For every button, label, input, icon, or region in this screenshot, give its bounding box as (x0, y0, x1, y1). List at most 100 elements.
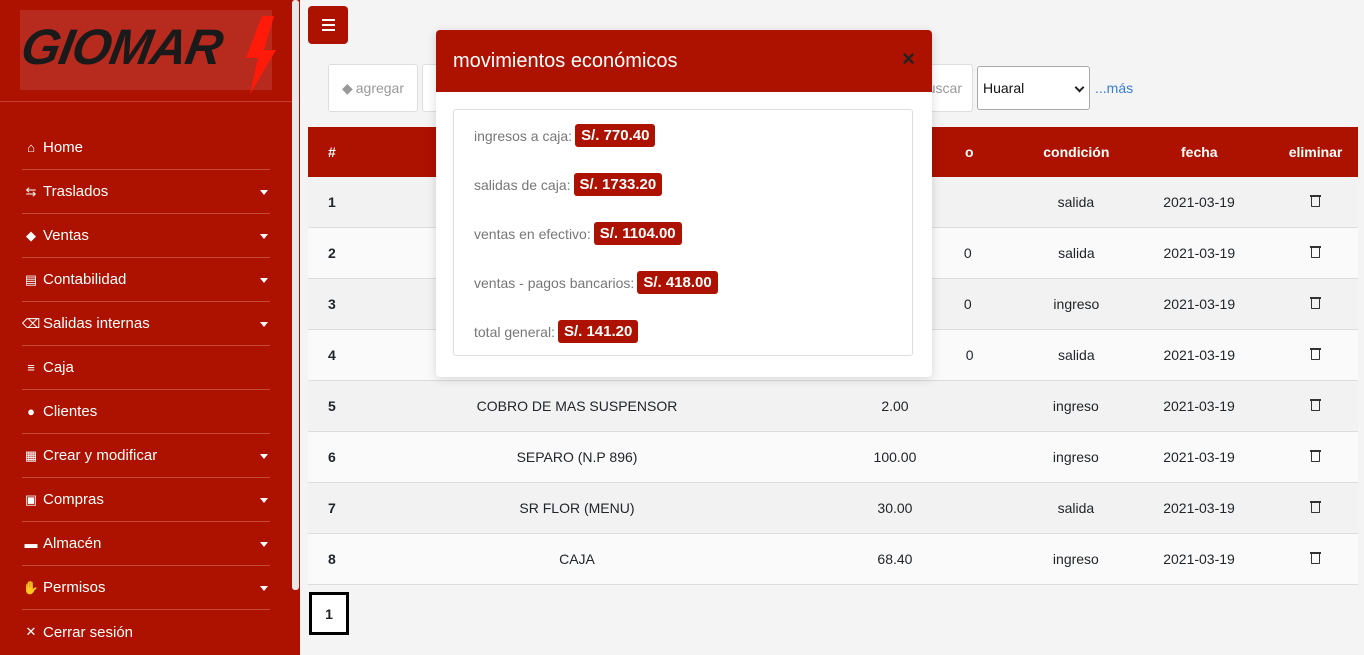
row-condition: ingreso (1052, 398, 1099, 414)
sidebar: GIOMAR ⌂ Home ⇆ Traslados ◆ Ventas ▤ Contabilid… (0, 0, 300, 655)
sidebar-item-contabilidad[interactable]: ▤ Contabilidad (22, 258, 270, 302)
sidebar-item-caja[interactable]: ≡ Caja (22, 346, 270, 390)
home-icon: ⌂ (27, 140, 35, 155)
trash-icon[interactable] (1310, 245, 1322, 258)
table-row: 5 COBRO DE MAS SUSPENSOR 2.00 ingreso 2021-0… (308, 381, 1358, 432)
hamburger-icon-line (321, 29, 335, 31)
lightning-bolt-icon (246, 16, 276, 94)
sidebar-divider (0, 101, 292, 102)
sidebar-item-label: Salidas internas (43, 315, 150, 332)
more-link[interactable]: ...más (1095, 80, 1133, 96)
sidebar-item-label: Ventas (43, 227, 89, 244)
row-number: 4 (328, 347, 336, 363)
sidebar-item-traslados[interactable]: ⇆ Traslados (22, 170, 270, 214)
header-condicion: condición (1043, 144, 1110, 160)
menu-toggle-button[interactable] (308, 6, 348, 44)
stat-value-badge: S/. 1104.00 (593, 222, 682, 245)
trash-icon[interactable] (1309, 500, 1321, 513)
header-eliminar: eliminar (1288, 144, 1343, 160)
chart-bar-icon: ▤ (24, 271, 38, 287)
sidebar-item-label: Home (43, 139, 84, 156)
row-number: 7 (328, 500, 336, 516)
caret-down-icon (260, 542, 268, 547)
delete-cell (1273, 296, 1358, 312)
sidebar-item-cerrar-sesión[interactable]: ✕ Cerrar sesión (22, 610, 270, 654)
modal-header: movimientos económicos × (436, 30, 932, 92)
shopping-bag-icon: ▣ (24, 491, 38, 507)
sidebar-item-label: Traslados (43, 183, 109, 200)
branch-select[interactable]: Huaral (977, 66, 1090, 110)
row-date: 2021-03-19 (1163, 500, 1235, 516)
sidebar-scrollbar[interactable] (292, 0, 299, 590)
sidebar-item-label: Cerrar sesión (43, 623, 134, 641)
row-date: 2021-03-19 (1163, 551, 1235, 567)
stat-row: ventas - pagos bancarios: S/. 418.00 (474, 271, 718, 294)
caret-down-icon (260, 234, 268, 239)
modal-title: movimientos económicos (453, 49, 678, 72)
add-button[interactable]: ◆ agregar (328, 64, 418, 112)
users-icon: ● (27, 404, 35, 419)
archive-icon: ▬ (24, 536, 38, 551)
sidebar-item-label: Clientes (43, 403, 98, 420)
row-description: SR FLOR (MENU) (519, 500, 635, 516)
hamburger-icon-line (321, 24, 335, 26)
row-number: 2 (328, 245, 336, 261)
sidebar-item-permisos[interactable]: ✋ Permisos (22, 566, 270, 610)
logo-text: GIOMAR (17, 19, 227, 75)
caret-down-icon (260, 586, 268, 591)
row-description: SEPARO (N.P 896) (516, 449, 638, 465)
trash-icon[interactable] (1309, 449, 1321, 462)
row-amount: 30.00 (877, 500, 913, 516)
sidebar-item-compras[interactable]: ▣ Compras (22, 478, 270, 522)
trash-icon[interactable] (1310, 296, 1322, 309)
close-icon[interactable]: × (902, 48, 915, 70)
header-fecha: fecha (1181, 144, 1218, 160)
row-date: 2021-03-19 (1163, 296, 1236, 312)
brand-logo[interactable]: GIOMAR (17, 10, 276, 94)
table-row: 7 SR FLOR (MENU) 30.00 salida 2021-03-19 (308, 483, 1358, 534)
modal-stats-box: ingresos a caja: S/. 770.40 salidas de caj… (453, 109, 913, 356)
stat-label: salidas de caja: (474, 176, 571, 193)
piggy-bank-icon: ◆ (341, 79, 353, 96)
sidebar-item-ventas[interactable]: ◆ Ventas (22, 214, 270, 258)
trash-icon[interactable] (1309, 551, 1321, 564)
delete-cell (1273, 449, 1358, 465)
sidebar-item-almacén[interactable]: ▬ Almacén (22, 522, 270, 566)
add-button-label: agregar (355, 80, 405, 96)
row-amount: 68.40 (877, 551, 913, 567)
sidebar-item-label: Almacén (43, 535, 102, 552)
caret-down-icon (260, 322, 268, 327)
sidebar-item-clientes[interactable]: ● Clientes (22, 390, 270, 434)
stat-row: salidas de caja: S/. 1733.20 (474, 173, 663, 196)
stat-value-badge: S/. 141.20 (557, 320, 639, 343)
stat-value-badge: S/. 770.40 (575, 124, 656, 147)
sidebar-item-home[interactable]: ⌂ Home (22, 126, 270, 170)
stat-value-badge: S/. 1733.20 (573, 173, 663, 196)
sidebar-item-label: Compras (43, 491, 104, 508)
row-condition: salida (1058, 245, 1095, 261)
row-number: 8 (328, 551, 336, 567)
times-icon: ✕ (25, 624, 37, 639)
trash-icon[interactable] (1309, 194, 1321, 207)
delete-cell (1273, 398, 1358, 414)
stat-label: total general: (474, 323, 555, 340)
sidebar-item-salidas-internas[interactable]: ⌫ Salidas internas (22, 302, 270, 346)
caret-down-icon (260, 454, 268, 459)
row-date: 2021-03-19 (1163, 194, 1235, 210)
search-button-label: uscar (927, 80, 962, 96)
sidebar-item-label: Permisos (43, 579, 106, 596)
table-row: 6 SEPARO (N.P 896) 100.00 ingreso 2021-03-19 (308, 432, 1358, 483)
row-condition: ingreso (1053, 296, 1100, 312)
row-date: 2021-03-19 (1163, 398, 1235, 414)
sidebar-item-crear-y-modificar[interactable]: ▦ Crear y modificar (22, 434, 270, 478)
trash-icon[interactable] (1309, 398, 1321, 411)
piggy-bank-icon: ◆ (26, 227, 36, 243)
row-amount: 100.00 (873, 449, 917, 465)
trash-icon[interactable] (1310, 347, 1322, 360)
row-number: 3 (328, 296, 336, 312)
economic-movements-modal: movimientos económicos × ingresos a caja… (436, 30, 932, 377)
pagination-page-1[interactable]: 1 (309, 592, 349, 635)
row-number: 1 (328, 194, 336, 210)
row-condition: salida (1057, 194, 1095, 210)
header-num: # (328, 144, 336, 160)
